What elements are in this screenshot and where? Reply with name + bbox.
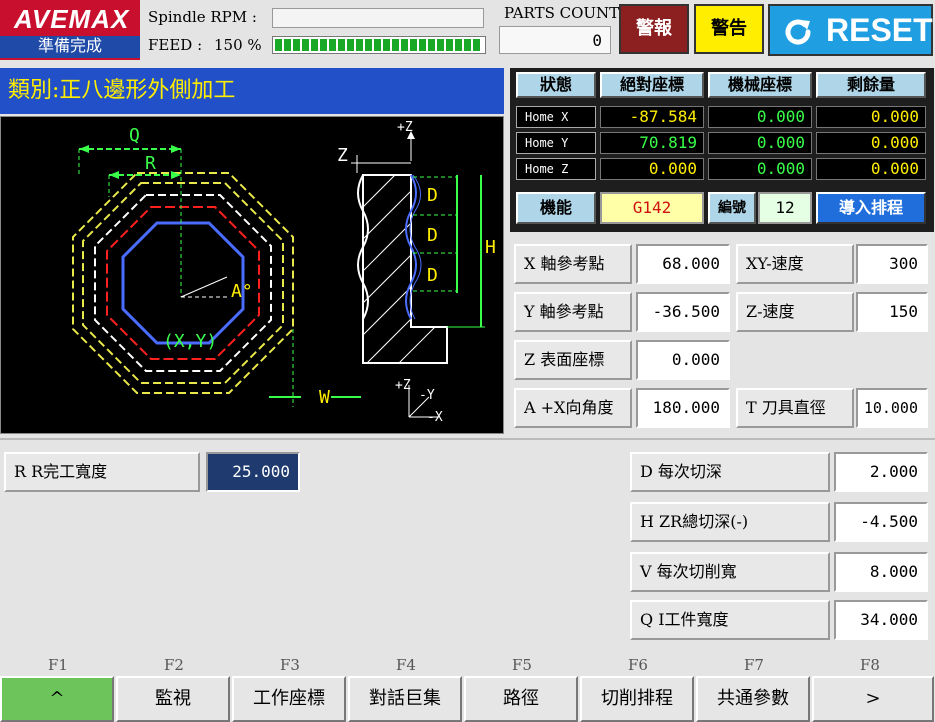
h-total-field[interactable]: -4.500 — [834, 502, 928, 542]
brand-logo: AVEMAX 準備完成 — [0, 0, 140, 60]
xy-speed-field[interactable]: 300 — [856, 244, 928, 284]
machine-status: 準備完成 — [0, 36, 140, 58]
z-surface-label: Z 表面座標 — [514, 340, 632, 380]
function-label: 機能 — [516, 192, 596, 224]
status-table: 狀態 絕對座標 機械座標 剩餘量 Home X -87.584 0.000 0.… — [510, 68, 934, 232]
f7-label: F7 — [744, 656, 764, 674]
f8-label: F8 — [860, 656, 880, 674]
x-ref-field[interactable]: 68.000 — [636, 244, 730, 284]
feed-label: FEED : — [148, 36, 203, 54]
r-width-field[interactable]: 25.000 — [206, 452, 300, 492]
mach-y-value: 0.000 — [708, 132, 812, 154]
x-ref-label: X 軸參考點 — [514, 244, 632, 284]
h-total-label: H ZR總切深(-) — [630, 502, 830, 542]
octagon-yellow-2 — [82, 182, 284, 384]
tool-dia-field[interactable]: 10.000 — [856, 388, 928, 428]
y-ref-field[interactable]: -36.500 — [636, 292, 730, 332]
label-q: Q — [129, 125, 140, 146]
spindle-rpm-display — [272, 8, 484, 28]
xy-speed-label: XY-速度 — [736, 244, 854, 284]
label-r: R — [145, 153, 156, 174]
v-width-label: V 每次切削寬 — [630, 552, 830, 592]
number-label: 編號 — [708, 192, 756, 224]
category-title: 類別:正八邊形外側加工 — [0, 68, 504, 114]
a-angle-field[interactable]: 180.000 — [636, 388, 730, 428]
label-a: A° — [231, 281, 253, 302]
label-xy: (X,Y) — [163, 331, 217, 352]
label-w: W — [319, 387, 330, 408]
f8-next-button[interactable]: > — [812, 676, 934, 722]
function-value: G142 — [600, 192, 704, 224]
v-width-field[interactable]: 8.000 — [834, 552, 928, 592]
feed-bar — [272, 36, 486, 54]
f1-label: F1 — [48, 656, 68, 674]
f5-path-button[interactable]: 路徑 — [464, 676, 578, 722]
f5-label: F5 — [512, 656, 532, 674]
header-absolute: 絕對座標 — [600, 72, 704, 98]
logo-text: AVEMAX — [14, 4, 130, 34]
label-zplus: +Z — [397, 120, 413, 135]
axis-x-label: -X — [427, 410, 443, 425]
q-width-label: Q I工件寬度 — [630, 600, 830, 640]
warning-button[interactable]: 警告 — [694, 4, 764, 54]
f2-monitor-button[interactable]: 監視 — [116, 676, 230, 722]
y-ref-label: Y 軸參考點 — [514, 292, 632, 332]
f2-label: F2 — [164, 656, 184, 674]
alarm-button[interactable]: 警報 — [619, 4, 689, 54]
axis-y-label: -Y — [419, 388, 435, 403]
header-machine: 機械座標 — [708, 72, 812, 98]
f4-label: F4 — [396, 656, 416, 674]
a-angle-label: A +X向角度 — [514, 388, 632, 428]
parts-count-label: PARTS COUNT — [504, 4, 620, 22]
r-width-label: R R完工寬度 — [4, 452, 200, 492]
q-width-field[interactable]: 34.000 — [834, 600, 928, 640]
z-surface-field[interactable]: 0.000 — [636, 340, 730, 380]
header-remaining: 剩餘量 — [816, 72, 926, 98]
f6-label: F6 — [628, 656, 648, 674]
feed-value: 150 % — [214, 36, 262, 54]
label-h: H — [485, 237, 496, 258]
abs-x-value: -87.584 — [600, 106, 704, 128]
diagram-svg: Q R A° (X,Y) W Z +Z D D D H +Z -Y -X — [72, 120, 496, 425]
z-speed-field[interactable]: 150 — [856, 292, 928, 332]
abs-y-value: 70.819 — [600, 132, 704, 154]
axis-z-label: +Z — [395, 378, 411, 393]
z-speed-label: Z-速度 — [736, 292, 854, 332]
parts-count-value: 0 — [499, 26, 611, 54]
rem-z-value: 0.000 — [816, 158, 926, 180]
f4-macro-button[interactable]: 對話巨集 — [348, 676, 462, 722]
cnc-screen: AVEMAX 準備完成 Spindle RPM : FEED : 150 % P… — [0, 0, 935, 722]
f6-schedule-button[interactable]: 切削排程 — [580, 676, 694, 722]
reset-icon — [785, 19, 811, 45]
f3-work-coords-button[interactable]: 工作座標 — [232, 676, 346, 722]
abs-z-value: 0.000 — [600, 158, 704, 180]
import-schedule-button[interactable]: 導入排程 — [816, 192, 926, 224]
label-d2: D — [427, 225, 438, 246]
f7-common-params-button[interactable]: 共通參數 — [696, 676, 810, 722]
tool-dia-label: T 刀具直徑 — [736, 388, 854, 428]
label-d3: D — [427, 265, 438, 286]
spindle-label: Spindle RPM : — [148, 8, 257, 26]
reset-label: RESET — [826, 12, 933, 48]
home-z-label: Home Z — [516, 158, 596, 180]
header-status: 狀態 — [516, 72, 596, 98]
octagon-inner-blue — [121, 221, 245, 345]
f3-label: F3 — [280, 656, 300, 674]
d-cut-label: D 每次切深 — [630, 452, 830, 492]
rem-x-value: 0.000 — [816, 106, 926, 128]
f1-up-button[interactable]: ^ — [0, 676, 114, 722]
feed-bar-fill — [275, 39, 481, 51]
home-y-label: Home Y — [516, 132, 596, 154]
label-z: Z — [337, 145, 348, 166]
mach-z-value: 0.000 — [708, 158, 812, 180]
rem-y-value: 0.000 — [816, 132, 926, 154]
number-value: 12 — [758, 192, 812, 224]
label-d1: D — [427, 185, 438, 206]
divider — [0, 438, 935, 440]
reset-button[interactable]: RESET — [768, 4, 933, 56]
home-x-label: Home X — [516, 106, 596, 128]
octagon-diagram: Q R A° (X,Y) W Z +Z D D D H +Z -Y -X — [0, 116, 504, 434]
mach-x-value: 0.000 — [708, 106, 812, 128]
d-cut-field[interactable]: 2.000 — [834, 452, 928, 492]
